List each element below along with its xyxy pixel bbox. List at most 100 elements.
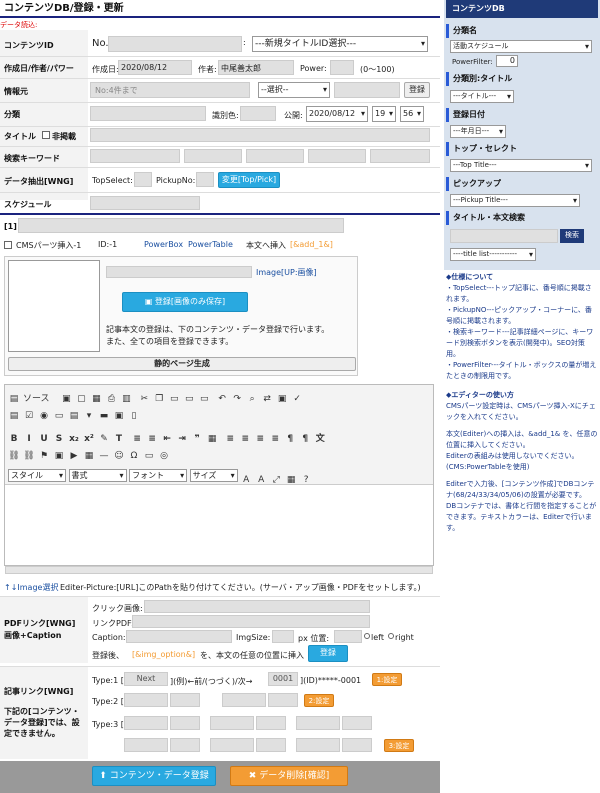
type3-input-3[interactable] <box>210 716 254 730</box>
type3-input-9[interactable] <box>210 738 254 752</box>
type2-input-4[interactable] <box>268 693 298 707</box>
iframe-icon[interactable]: ◎ <box>158 451 170 461</box>
title-list-select[interactable]: ----title list----------- <box>450 248 536 261</box>
form-icon[interactable]: ▤ <box>8 411 20 421</box>
title-input[interactable] <box>90 128 430 142</box>
title-select[interactable]: ---タイトル--- <box>450 90 514 103</box>
schedule-input[interactable] <box>90 196 200 210</box>
date-select[interactable]: ---年月日--- <box>450 125 506 138</box>
type3-input-2[interactable] <box>170 716 200 730</box>
unlink-icon[interactable]: ⛓ <box>23 451 35 461</box>
powertable-link[interactable]: PowerTable <box>188 240 233 249</box>
bunrui-select[interactable]: 活動スケジュール <box>450 40 592 53</box>
set2-button[interactable]: 2:設定 <box>304 694 334 707</box>
indent-icon[interactable]: ⇥ <box>176 434 188 444</box>
bg-color-icon[interactable]: A <box>255 475 267 485</box>
select-all-icon[interactable]: ▣ <box>276 394 288 404</box>
minute-select[interactable]: 56 <box>400 106 424 122</box>
justify-icon[interactable]: ≡ <box>269 434 281 444</box>
sidebar-search-input[interactable] <box>450 229 558 243</box>
remove-format-icon[interactable]: T <box>113 434 125 444</box>
pos-input[interactable] <box>334 630 362 643</box>
strike-icon[interactable]: S <box>53 434 65 444</box>
cms-parts-checkbox[interactable] <box>4 241 12 249</box>
textarea-icon[interactable]: ▤ <box>68 411 80 421</box>
author-input[interactable]: 中尾善太郎 <box>218 60 294 75</box>
type3-input-4[interactable] <box>256 716 286 730</box>
content-id-input[interactable] <box>108 36 242 52</box>
image-preview[interactable] <box>8 260 100 352</box>
underline-icon[interactable]: U <box>38 434 50 444</box>
source-icon[interactable]: ▤ <box>8 394 20 404</box>
textfield-icon[interactable]: ▭ <box>53 411 65 421</box>
keyword-input-4[interactable] <box>308 149 366 163</box>
text-color-icon[interactable]: A <box>240 475 252 485</box>
pickup-title-select[interactable]: ---Pickup Title--- <box>450 194 580 207</box>
link-icon[interactable]: ⛓ <box>8 451 20 461</box>
find-icon[interactable]: ⌕ <box>246 394 258 404</box>
image-select-link[interactable]: ↑↓Image選択 <box>4 582 58 593</box>
set3-button[interactable]: 3:設定 <box>384 739 414 752</box>
data-delete-button[interactable]: ✖ データ削除[確認] <box>230 766 348 786</box>
size-select[interactable]: サイズ <box>189 469 238 482</box>
select-icon[interactable]: ▾ <box>83 411 95 421</box>
paste-text-icon[interactable]: ▭ <box>183 394 195 404</box>
print-icon[interactable]: ⎙ <box>105 394 117 404</box>
type3-input-5[interactable] <box>296 716 340 730</box>
checkbox-icon[interactable]: ☑ <box>23 411 35 421</box>
keyword-input-3[interactable] <box>246 149 304 163</box>
anchor-icon[interactable]: ⚑ <box>38 451 50 461</box>
type3-input-11[interactable] <box>296 738 340 752</box>
source-register-button[interactable]: 登録 <box>404 82 430 98</box>
top-title-select[interactable]: ---Top Title--- <box>450 159 592 172</box>
image-button-icon[interactable]: ▣ <box>113 411 125 421</box>
paste-icon[interactable]: ▭ <box>168 394 180 404</box>
source-label[interactable]: ソース <box>23 394 50 404</box>
created-date-input[interactable]: 2020/08/12 <box>118 60 192 75</box>
redo-icon[interactable]: ↷ <box>231 394 243 404</box>
change-top-pick-button[interactable]: 変更[Top/Pick] <box>218 172 280 188</box>
color-input[interactable] <box>240 106 276 121</box>
pickupno-input[interactable] <box>196 172 214 187</box>
special-char-icon[interactable]: Ω <box>128 451 140 461</box>
flash-icon[interactable]: ▶ <box>68 451 80 461</box>
image-path-input[interactable] <box>106 266 252 278</box>
type3-input-1[interactable] <box>124 716 168 730</box>
content-register-button[interactable]: ⬆ コンテンツ・データ登録 <box>92 766 216 786</box>
section-title-input[interactable] <box>18 218 344 233</box>
style-select[interactable]: スタイル <box>8 469 66 482</box>
bullet-list-icon[interactable]: ≡ <box>146 434 158 444</box>
image-save-button[interactable]: ▣ 登録[画像のみ保存] <box>122 292 248 312</box>
source-extra-input[interactable] <box>334 82 400 98</box>
ltr-icon[interactable]: ¶ <box>284 434 296 444</box>
powerbox-link[interactable]: PowerBox <box>144 240 183 249</box>
undo-icon[interactable]: ↶ <box>216 394 228 404</box>
link-pdf-input[interactable] <box>132 615 370 628</box>
paste-word-icon[interactable]: ▭ <box>198 394 210 404</box>
type3-input-12[interactable] <box>342 738 372 752</box>
keyword-input-1[interactable] <box>90 149 180 163</box>
align-left-icon[interactable]: ≡ <box>224 434 236 444</box>
ordered-list-icon[interactable]: ≡ <box>131 434 143 444</box>
maximize-icon[interactable]: ⤢ <box>270 475 282 485</box>
static-page-button[interactable]: 静的ページ生成 <box>8 357 356 371</box>
help-icon[interactable]: ? <box>300 475 312 485</box>
hr-icon[interactable]: — <box>98 451 110 461</box>
rtl-icon[interactable]: ¶ <box>299 434 311 444</box>
outdent-icon[interactable]: ⇤ <box>161 434 173 444</box>
power-input[interactable] <box>330 60 354 75</box>
title-id-select[interactable]: ---新規タイトルID選択--- <box>252 36 428 52</box>
subscript-icon[interactable]: x₂ <box>68 434 80 444</box>
button-icon[interactable]: ▬ <box>98 411 110 421</box>
align-right-icon[interactable]: ≡ <box>254 434 266 444</box>
set1-button[interactable]: 1:設定 <box>372 673 402 686</box>
hidden-field-icon[interactable]: ▯ <box>128 411 140 421</box>
sidebar-search-button[interactable]: 検索 <box>560 229 584 243</box>
save-icon[interactable]: ▣ <box>60 394 72 404</box>
private-checkbox[interactable] <box>42 131 50 139</box>
type3-input-8[interactable] <box>170 738 200 752</box>
caption-input[interactable] <box>126 630 232 643</box>
next-input[interactable]: Next <box>124 672 168 686</box>
copy-format-icon[interactable]: ✎ <box>98 434 110 444</box>
insert-image-icon[interactable]: ▣ <box>53 451 65 461</box>
